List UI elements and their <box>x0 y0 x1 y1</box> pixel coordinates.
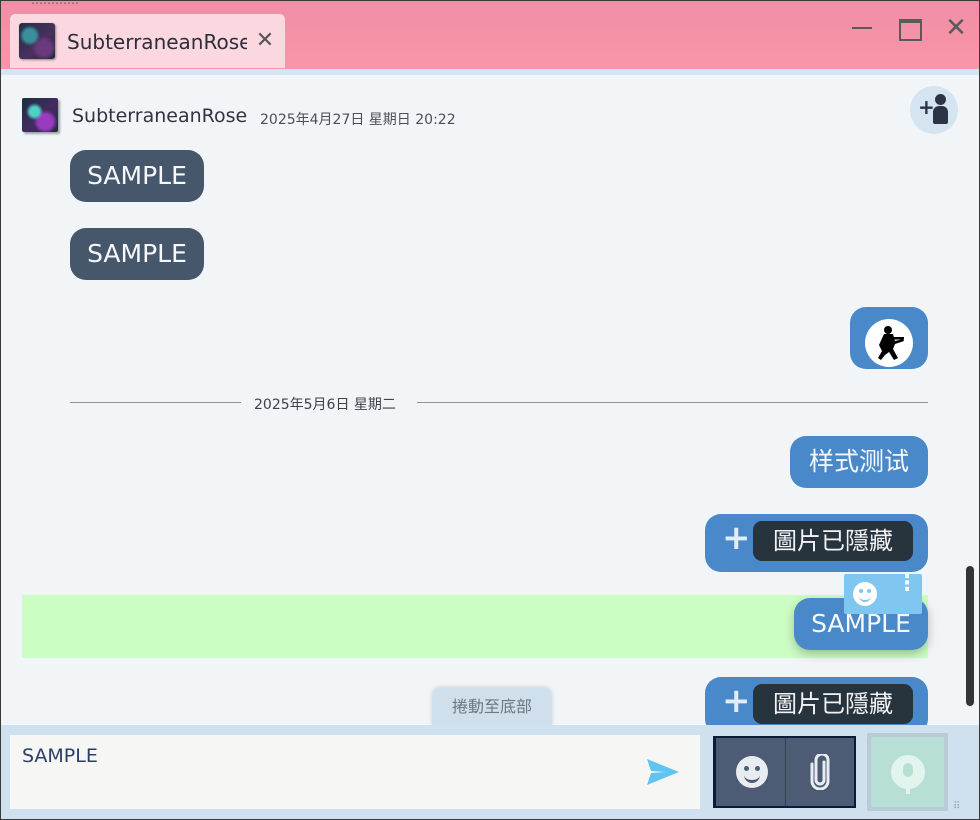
person-icon <box>935 94 946 105</box>
send-icon[interactable] <box>646 758 680 790</box>
hidden-image-label: 圖片已隱藏 <box>753 684 913 724</box>
message-timestamp: 2025年4月27日 星期日 20:22 <box>260 112 456 128</box>
paperclip-icon <box>810 754 830 790</box>
expand-plus-icon[interactable]: + <box>722 681 751 721</box>
maximize-button[interactable] <box>897 15 923 41</box>
microphone-icon <box>891 755 925 794</box>
chat-window: ………… SubterraneanRose ✕ ✕ SubterraneanRo… <box>0 0 980 820</box>
hidden-image-label: 圖片已隱藏 <box>753 521 913 561</box>
date-divider: 2025年5月6日 星期二 <box>254 397 396 413</box>
tab-close-icon[interactable]: ✕ <box>254 28 276 54</box>
tab-avatar <box>19 23 55 59</box>
attach-button[interactable] <box>785 738 854 806</box>
tab-chat[interactable]: SubterraneanRose ✕ <box>10 14 285 68</box>
message-hover-toolbar: ⋮ <box>844 573 922 614</box>
message-input-value[interactable]: SAMPLE <box>22 745 98 767</box>
emoji-icon <box>736 756 768 788</box>
emoji-button[interactable] <box>716 738 785 806</box>
scroll-to-bottom-button[interactable]: 捲動至底部 <box>432 688 552 726</box>
highlighted-message-row[interactable] <box>22 595 928 658</box>
composer-tools <box>713 736 856 808</box>
date-divider-line <box>70 402 241 403</box>
message-bubble-incoming[interactable]: SAMPLE <box>70 228 204 280</box>
background-bleed-text: ………… <box>31 0 79 7</box>
more-vert-icon[interactable]: ⋮ <box>896 573 918 608</box>
person-body-icon <box>933 106 948 124</box>
resize-grip-icon[interactable]: ⠿ <box>953 801 977 817</box>
sticker-message[interactable] <box>850 307 928 369</box>
message-bubble-outgoing[interactable]: 样式测试 <box>790 436 928 488</box>
scrollbar-thumb[interactable] <box>966 566 974 706</box>
emoji-reaction-icon[interactable] <box>853 582 877 606</box>
title-divider <box>1 69 979 75</box>
tab-title: SubterraneanRose <box>67 30 247 54</box>
message-input[interactable]: SAMPLE <box>10 735 700 809</box>
minimize-button[interactable] <box>849 15 875 41</box>
title-bar: ………… SubterraneanRose ✕ ✕ <box>1 0 979 69</box>
avatar[interactable] <box>22 98 58 132</box>
message-bubble-incoming[interactable]: SAMPLE <box>70 150 204 202</box>
voice-record-button[interactable] <box>867 733 948 811</box>
close-window-button[interactable]: ✕ <box>943 15 969 41</box>
expand-plus-icon[interactable]: + <box>722 518 751 558</box>
soldier-sticker-icon <box>865 319 913 367</box>
sender-name[interactable]: SubterraneanRose <box>72 105 247 127</box>
add-person-button[interactable]: + <box>910 86 958 134</box>
date-divider-line <box>417 402 928 403</box>
hidden-image-message[interactable]: + 圖片已隱藏 <box>705 514 928 572</box>
